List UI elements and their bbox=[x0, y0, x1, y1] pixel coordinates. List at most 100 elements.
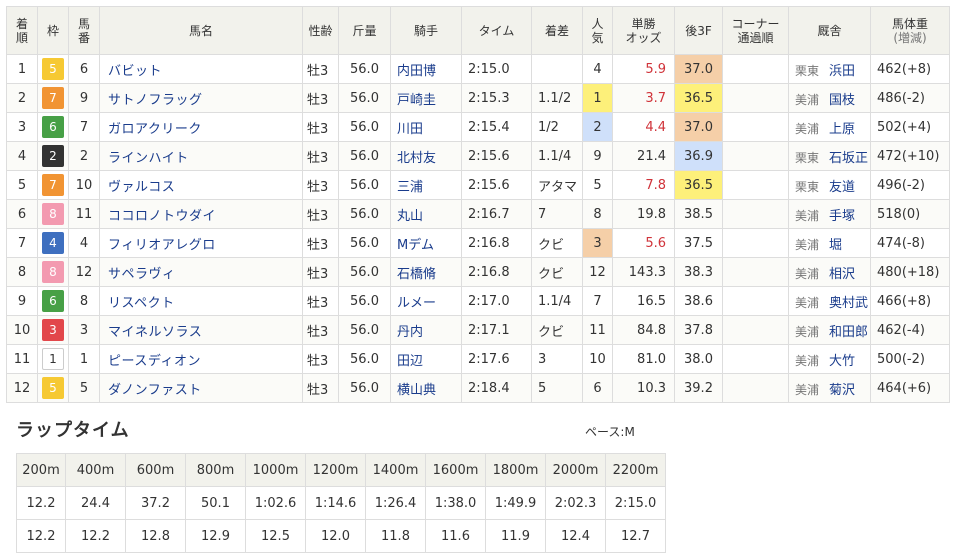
header-name: 馬名 bbox=[99, 6, 303, 55]
trainer-cell: 栗東 友道 bbox=[788, 170, 871, 200]
horse-number-cell: 5 bbox=[68, 373, 100, 403]
lap-cumulative-time: 1:02.6 bbox=[245, 486, 306, 520]
lap-split-time: 12.0 bbox=[305, 519, 366, 553]
horse-name-link[interactable]: サトノフラッグ bbox=[99, 83, 303, 113]
odds-cell: 5.6 bbox=[612, 228, 675, 258]
corner-cell bbox=[722, 54, 789, 84]
trainer-link[interactable]: 堀 bbox=[829, 238, 842, 253]
time-cell: 2:15.0 bbox=[461, 54, 532, 84]
trainer-link[interactable]: 相沢 bbox=[829, 267, 855, 282]
lap-cumulative-time: 1:38.0 bbox=[425, 486, 486, 520]
last-3f-cell: 38.6 bbox=[674, 286, 723, 316]
trainer-link[interactable]: 石坂正 bbox=[829, 151, 868, 166]
waku-cell: 5 bbox=[37, 373, 69, 403]
last-3f-cell: 36.5 bbox=[674, 170, 723, 200]
body-weight-cell: 496(-2) bbox=[870, 170, 950, 200]
jockey-link[interactable]: 三浦 bbox=[390, 170, 462, 200]
lap-cumulative-row: 12.2 24.4 37.2 50.1 1:02.6 1:14.6 1:26.4 1:38.0… bbox=[16, 486, 666, 520]
trainer-link[interactable]: 大竹 bbox=[829, 354, 855, 369]
trainer-cell: 美浦 相沢 bbox=[788, 257, 871, 287]
jockey-link[interactable]: ルメー bbox=[390, 286, 462, 316]
horse-name-link[interactable]: ラインハイト bbox=[99, 141, 303, 171]
jockey-link[interactable]: 北村友 bbox=[390, 141, 462, 171]
horse-name-link[interactable]: リスペクト bbox=[99, 286, 303, 316]
horse-name-link[interactable]: ココロノトウダイ bbox=[99, 199, 303, 229]
corner-cell bbox=[722, 112, 789, 142]
trainer-link[interactable]: 上原 bbox=[829, 122, 855, 137]
jockey-link[interactable]: 戸崎圭 bbox=[390, 83, 462, 113]
waku-cell: 3 bbox=[37, 315, 69, 345]
waku-badge: 7 bbox=[42, 174, 64, 196]
lap-split-time: 12.4 bbox=[545, 519, 606, 553]
popularity-cell: 2 bbox=[582, 112, 613, 142]
jockey-link[interactable]: 川田 bbox=[390, 112, 462, 142]
trainer-cell: 美浦 大竹 bbox=[788, 344, 871, 374]
odds-cell: 21.4 bbox=[612, 141, 675, 171]
trainer-region: 栗東 bbox=[795, 179, 820, 194]
trainer-link[interactable]: 国枝 bbox=[829, 93, 855, 108]
horse-name-link[interactable]: ガロアクリーク bbox=[99, 112, 303, 142]
lap-split-row: 12.2 12.2 12.8 12.9 12.5 12.0 11.8 11.6 11.9 12.4… bbox=[16, 519, 666, 553]
horse-number-cell: 7 bbox=[68, 112, 100, 142]
header-corner: コーナー 通過順 bbox=[722, 6, 789, 55]
body-weight-cell: 502(+4) bbox=[870, 112, 950, 142]
waku-cell: 6 bbox=[37, 112, 69, 142]
trainer-link[interactable]: 奥村武 bbox=[829, 296, 868, 311]
lap-distance-row: 200m 400m 600m 800m 1000m 1200m 1400m 1600m 1800… bbox=[16, 453, 666, 487]
rank-cell: 3 bbox=[6, 112, 38, 142]
rank-cell: 2 bbox=[6, 83, 38, 113]
horse-name-link[interactable]: ピースディオン bbox=[99, 344, 303, 374]
lap-split-time: 11.6 bbox=[425, 519, 486, 553]
rank-cell: 10 bbox=[6, 315, 38, 345]
horse-name-link[interactable]: マイネルソラス bbox=[99, 315, 303, 345]
sex-age-cell: 牡3 bbox=[302, 170, 339, 200]
weight-cell: 56.0 bbox=[338, 373, 391, 403]
waku-badge: 8 bbox=[42, 203, 64, 225]
horse-name-link[interactable]: ダノンファスト bbox=[99, 373, 303, 403]
lap-distance: 2000m bbox=[545, 453, 606, 487]
last-3f-cell: 37.8 bbox=[674, 315, 723, 345]
trainer-cell: 美浦 上原 bbox=[788, 112, 871, 142]
lap-distance: 1400m bbox=[365, 453, 426, 487]
jockey-link[interactable]: 田辺 bbox=[390, 344, 462, 374]
trainer-link[interactable]: 菊沢 bbox=[829, 383, 855, 398]
trainer-link[interactable]: 浜田 bbox=[829, 64, 855, 79]
lap-split-time: 12.2 bbox=[65, 519, 126, 553]
horse-number-cell: 8 bbox=[68, 286, 100, 316]
horse-name-link[interactable]: サペラヴィ bbox=[99, 257, 303, 287]
horse-name-link[interactable]: バビット bbox=[99, 54, 303, 84]
waku-badge: 4 bbox=[42, 232, 64, 254]
waku-cell: 5 bbox=[37, 54, 69, 84]
sex-age-cell: 牡3 bbox=[302, 199, 339, 229]
sex-age-cell: 牡3 bbox=[302, 141, 339, 171]
table-row: 1 5 6 バビット 牡3 56.0 内田博 2:15.0 4 5.9 37.0 栗東 浜田 462(+8… bbox=[6, 54, 950, 84]
trainer-link[interactable]: 友道 bbox=[829, 180, 855, 195]
jockey-link[interactable]: 丸山 bbox=[390, 199, 462, 229]
trainer-link[interactable]: 和田郎 bbox=[829, 325, 868, 340]
popularity-cell: 8 bbox=[582, 199, 613, 229]
jockey-link[interactable]: 丹内 bbox=[390, 315, 462, 345]
table-row: 2 7 9 サトノフラッグ 牡3 56.0 戸崎圭 2:15.3 1.1/2 1 3.7 36.5 美浦… bbox=[6, 83, 950, 113]
lap-distance: 1000m bbox=[245, 453, 306, 487]
sex-age-cell: 牡3 bbox=[302, 257, 339, 287]
jockey-link[interactable]: 内田博 bbox=[390, 54, 462, 84]
horse-number-cell: 1 bbox=[68, 344, 100, 374]
corner-cell bbox=[722, 315, 789, 345]
jockey-link[interactable]: Mデム bbox=[390, 228, 462, 258]
horse-name-link[interactable]: ヴァルコス bbox=[99, 170, 303, 200]
horse-number-cell: 3 bbox=[68, 315, 100, 345]
trainer-cell: 美浦 和田郎 bbox=[788, 315, 871, 345]
odds-cell: 5.9 bbox=[612, 54, 675, 84]
horse-name-link[interactable]: フィリオアレグロ bbox=[99, 228, 303, 258]
waku-badge: 3 bbox=[42, 319, 64, 341]
body-weight-cell: 464(+6) bbox=[870, 373, 950, 403]
trainer-link[interactable]: 手塚 bbox=[829, 209, 855, 224]
jockey-link[interactable]: 石橋脩 bbox=[390, 257, 462, 287]
corner-cell bbox=[722, 228, 789, 258]
lap-distance: 400m bbox=[65, 453, 126, 487]
waku-badge: 2 bbox=[42, 145, 64, 167]
trainer-cell: 美浦 奥村武 bbox=[788, 286, 871, 316]
jockey-link[interactable]: 横山典 bbox=[390, 373, 462, 403]
weight-cell: 56.0 bbox=[338, 170, 391, 200]
table-row: 4 2 2 ラインハイト 牡3 56.0 北村友 2:15.6 1.1/4 9 21.4 36.9 栗東… bbox=[6, 141, 950, 171]
